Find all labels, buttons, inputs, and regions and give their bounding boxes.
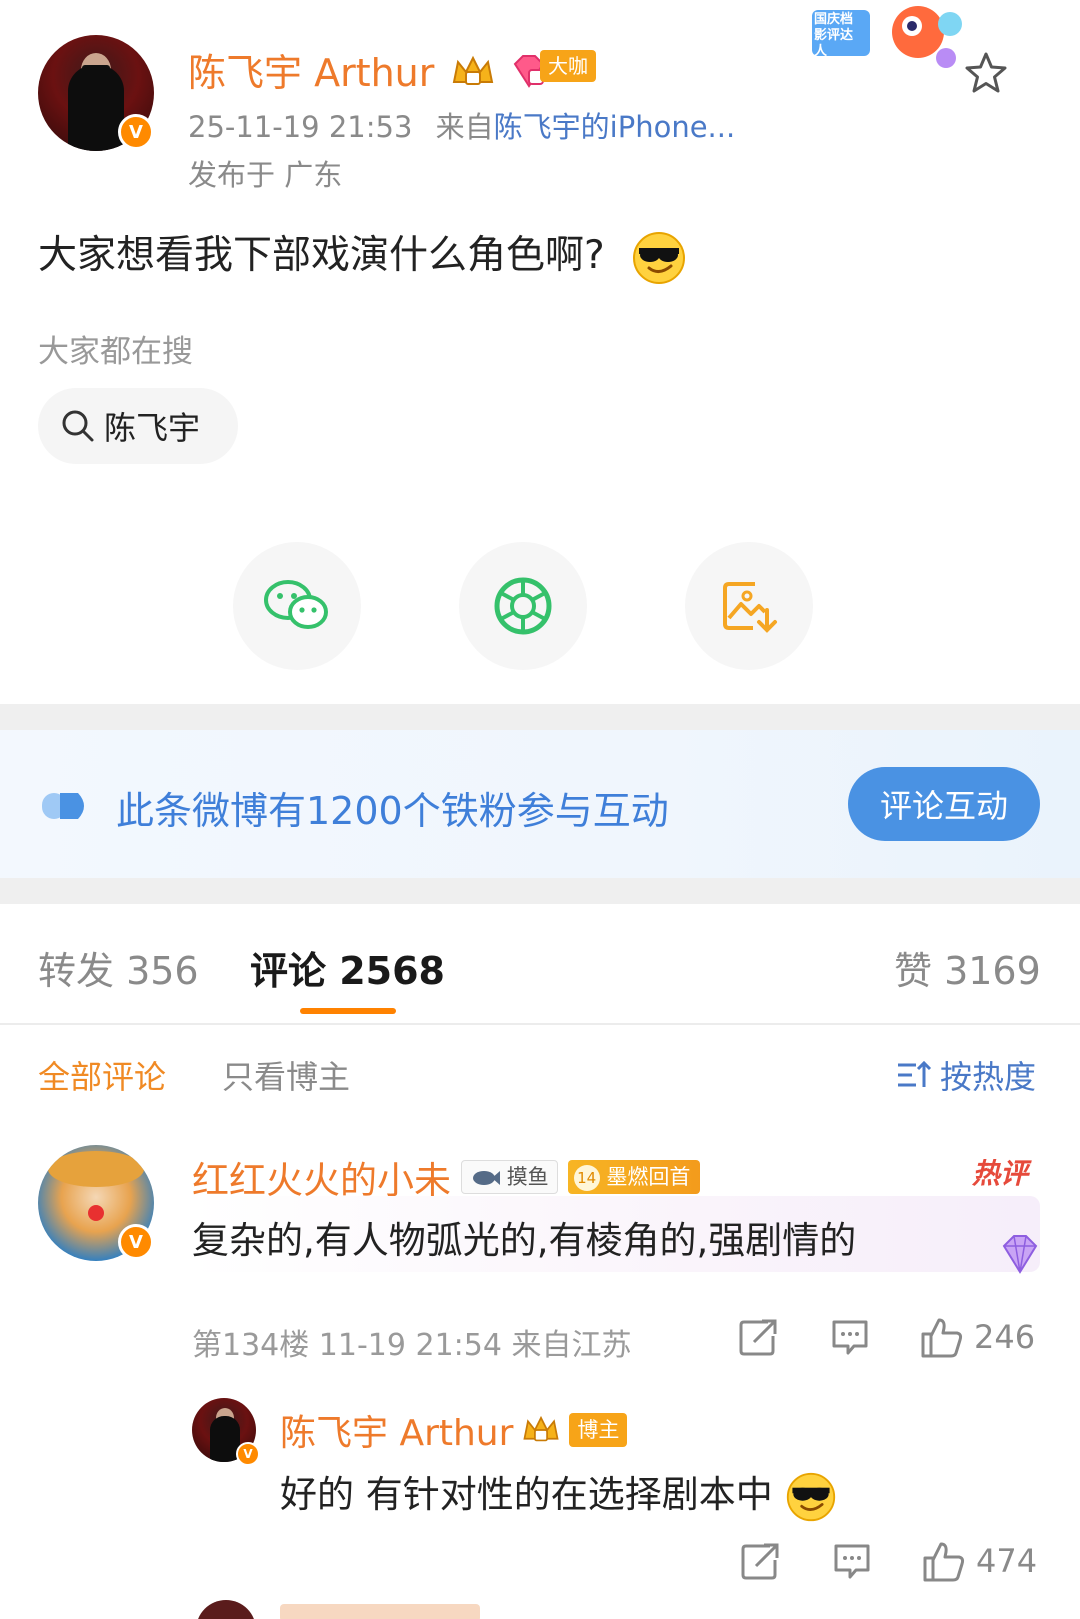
tabs-divider: [0, 1023, 1080, 1025]
comment-meta: 第134楼 11-19 21:54 来自江苏: [192, 1328, 632, 1363]
host-tag: 博主: [569, 1413, 628, 1447]
fans-text: 此条微博有1200个铁粉参与互动: [116, 789, 669, 833]
verified-icon: V: [118, 114, 154, 150]
reply-like-button[interactable]: 474: [922, 1540, 1037, 1582]
search-hint: 大家都在搜: [38, 334, 193, 370]
cool-emoji-icon: [633, 231, 686, 284]
fan-tag: 摸鱼: [461, 1160, 558, 1194]
save-image-button[interactable]: [685, 542, 813, 670]
share-icon: [741, 1543, 779, 1580]
reply-text-row: 好的 有针对性的在选择剧本中: [280, 1464, 837, 1523]
sort-button[interactable]: 按热度: [896, 1052, 1036, 1098]
comment-interact-button[interactable]: 评论互动: [848, 767, 1040, 841]
filter-all-comments[interactable]: 全部评论: [38, 1052, 166, 1098]
thumbs-up-icon: [921, 1318, 963, 1358]
share-wechat-button[interactable]: [233, 542, 361, 670]
reply-like-count: 474: [976, 1542, 1038, 1580]
reply-author-row: 陈飞宇 Arthur 博主: [280, 1404, 628, 1456]
sort-icon: [898, 1060, 932, 1087]
comment-repost-button[interactable]: [738, 1318, 778, 1356]
share-moments-button[interactable]: [459, 542, 587, 670]
star-icon[interactable]: [962, 50, 1010, 96]
search-chip-label: 陈飞宇: [104, 409, 201, 447]
fish-icon: [473, 1171, 500, 1185]
tab-comments[interactable]: 评论 2568: [250, 940, 445, 995]
reply-repost-button[interactable]: [740, 1542, 780, 1580]
post-meta: 25-11-19 21:53 来自陈飞宇的iPhone...: [188, 104, 735, 146]
post-text: 大家想看我下部戏演什么角色啊?: [38, 233, 605, 278]
crown-icon: [523, 1415, 560, 1442]
thumbs-up-icon: [923, 1542, 965, 1582]
level-badge: 大咖: [540, 50, 596, 82]
comment-like-count: 246: [974, 1318, 1036, 1356]
section-divider: [0, 704, 1080, 730]
save-image-icon: [723, 582, 777, 633]
fans-icon: [42, 793, 84, 819]
fan-level: 14: [573, 1165, 600, 1191]
crown-icon: [453, 55, 494, 85]
comment-like-button[interactable]: 246: [920, 1316, 1035, 1358]
filter-owner-only[interactable]: 只看博主: [222, 1052, 350, 1098]
gem-icon: [1002, 1235, 1038, 1274]
post-source[interactable]: 陈飞宇的iPhone...: [494, 110, 736, 144]
search-chip[interactable]: 陈飞宇: [38, 388, 238, 464]
source-prefix: 来自: [435, 110, 494, 144]
comment-icon: [832, 1320, 868, 1355]
author-name[interactable]: 陈飞宇 Arthur: [188, 51, 434, 95]
author-name-row[interactable]: 陈飞宇 Arthur: [188, 42, 549, 97]
fan-tag-label: 摸鱼: [506, 1165, 549, 1189]
next-commenter-avatar[interactable]: [196, 1600, 256, 1619]
next-commenter-name[interactable]: [280, 1604, 480, 1619]
search-icon: [62, 410, 94, 442]
hot-comment-badge: 热评: [972, 1157, 1029, 1190]
comment-text: 复杂的,有人物弧光的,有棱角的,强剧情的: [192, 1219, 857, 1262]
share-icon: [739, 1319, 777, 1356]
fan-level-label: 墨燃回首: [606, 1165, 691, 1189]
moments-icon: [494, 577, 552, 635]
post-location: 发布于 广东: [188, 158, 343, 192]
verified-icon: V: [118, 1224, 154, 1260]
comment-reply-button[interactable]: [830, 1318, 870, 1356]
cool-emoji-icon: [786, 1472, 835, 1521]
reply-text: 好的 有针对性的在选择剧本中: [280, 1473, 773, 1516]
fan-level-tag: 14 墨燃回首: [567, 1160, 701, 1194]
tab-active-indicator: [300, 1008, 396, 1014]
section-divider-2: [0, 878, 1080, 904]
post-time: 25-11-19 21:53: [188, 110, 413, 144]
wechat-icon: [264, 580, 328, 629]
reply-author[interactable]: 陈飞宇 Arthur: [280, 1404, 513, 1456]
sort-label: 按热度: [940, 1058, 1037, 1096]
verified-icon: V: [236, 1442, 260, 1466]
promo-badge-label: 国庆档影评达人: [814, 12, 854, 59]
reply-reply-button[interactable]: [832, 1542, 872, 1580]
comment-icon: [834, 1544, 870, 1579]
tab-likes[interactable]: 赞 3169: [894, 940, 1041, 995]
tab-repost[interactable]: 转发 356: [38, 940, 199, 995]
post-text-row: 大家想看我下部戏演什么角色啊?: [38, 224, 687, 286]
